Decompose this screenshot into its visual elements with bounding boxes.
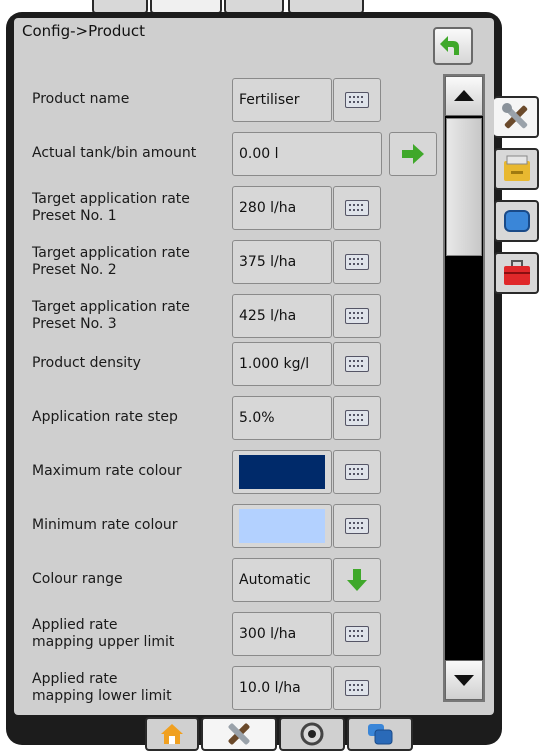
applied-rate-mapping-upper-limit-value[interactable]: 300 l/ha [232, 612, 332, 656]
side-tab-display[interactable] [494, 200, 539, 242]
applied-rate-mapping-lower-limit-keyboard-button[interactable] [333, 666, 381, 710]
right-arrow-icon [402, 144, 424, 164]
side-tab-console[interactable] [494, 148, 539, 190]
target-application-rate-preset-no-1-keyboard-button[interactable] [333, 186, 381, 230]
scroll-down-button[interactable] [445, 660, 483, 700]
window-icon [368, 724, 393, 745]
keyboard-icon [345, 410, 369, 426]
color-swatch [239, 509, 325, 543]
breadcrumb: Config->Product [22, 22, 146, 40]
target-application-rate-preset-no-3-keyboard-button[interactable] [333, 294, 381, 338]
applied-rate-mapping-lower-limit-label: Applied rate mapping lower limit [32, 671, 172, 704]
toolbox-icon [503, 260, 530, 285]
color-swatch [239, 455, 325, 489]
keyboard-icon [345, 518, 369, 534]
scrollbar[interactable] [443, 74, 485, 702]
target-application-rate-preset-no-1-label: Target application rate Preset No. 1 [32, 191, 190, 224]
target-application-rate-preset-no-2-label: Target application rate Preset No. 2 [32, 245, 190, 278]
bottom-tab-config[interactable] [201, 717, 277, 751]
minimum-rate-colour-label: Minimum rate colour [32, 517, 178, 533]
maximum-rate-colour-label: Maximum rate colour [32, 463, 182, 479]
target-application-rate-preset-no-2-value[interactable]: 375 l/ha [232, 240, 332, 284]
product-density-label: Product density [32, 355, 141, 371]
product-density-keyboard-button[interactable] [333, 342, 381, 386]
scrollbar-thumb[interactable] [446, 118, 482, 256]
next-button[interactable] [389, 132, 437, 176]
target-application-rate-preset-no-2-keyboard-button[interactable] [333, 240, 381, 284]
scroll-up-button[interactable] [445, 76, 483, 116]
product-density-value[interactable]: 1.000 kg/l [232, 342, 332, 386]
minimum-rate-colour-keyboard-button[interactable] [333, 504, 381, 548]
product-name-keyboard-button[interactable] [333, 78, 381, 122]
display-icon [503, 210, 530, 232]
tools-icon [501, 103, 527, 129]
actual-tank-bin-amount-value[interactable]: 0.00 l [232, 132, 382, 176]
actual-tank-bin-amount-label: Actual tank/bin amount [32, 145, 197, 161]
application-rate-step-keyboard-button[interactable] [333, 396, 381, 440]
keyboard-icon [345, 254, 369, 270]
side-tab-tools[interactable] [494, 96, 539, 138]
colour-range-value[interactable]: Automatic [232, 558, 332, 602]
applied-rate-mapping-upper-limit-keyboard-button[interactable] [333, 612, 381, 656]
colour-range-label: Colour range [32, 571, 123, 587]
dropdown-button[interactable] [333, 558, 381, 602]
bottom-tab-home[interactable] [145, 717, 199, 751]
maximum-rate-colour-keyboard-button[interactable] [333, 450, 381, 494]
bottom-tab-gps[interactable] [279, 717, 345, 751]
home-icon [161, 724, 183, 744]
minimum-rate-colour-field[interactable] [232, 504, 332, 548]
keyboard-icon [345, 626, 369, 642]
applied-rate-mapping-upper-limit-label: Applied rate mapping upper limit [32, 617, 175, 650]
applied-rate-mapping-lower-limit-value[interactable]: 10.0 l/ha [232, 666, 332, 710]
down-arrow-icon [347, 569, 367, 591]
keyboard-icon [345, 92, 369, 108]
bottom-tab-window[interactable] [347, 717, 413, 751]
target-application-rate-preset-no-3-label: Target application rate Preset No. 3 [32, 299, 190, 332]
target-application-rate-preset-no-1-value[interactable]: 280 l/ha [232, 186, 332, 230]
application-rate-step-label: Application rate step [32, 409, 178, 425]
console-icon [503, 155, 530, 181]
maximum-rate-colour-field[interactable] [232, 450, 332, 494]
product-name-label: Product name [32, 91, 130, 107]
side-tab-toolbox[interactable] [494, 252, 539, 294]
back-arrow-icon [440, 36, 459, 55]
keyboard-icon [345, 200, 369, 216]
target-application-rate-preset-no-3-value[interactable]: 425 l/ha [232, 294, 332, 338]
keyboard-icon [345, 680, 369, 696]
keyboard-icon [345, 464, 369, 480]
gps-icon [300, 722, 324, 746]
down-triangle-icon [454, 675, 474, 686]
tools-icon [228, 723, 250, 745]
back-button[interactable] [433, 27, 473, 65]
keyboard-icon [345, 308, 369, 324]
product-name-value[interactable]: Fertiliser [232, 78, 332, 122]
up-triangle-icon [454, 90, 474, 101]
application-rate-step-value[interactable]: 5.0% [232, 396, 332, 440]
keyboard-icon [345, 356, 369, 372]
